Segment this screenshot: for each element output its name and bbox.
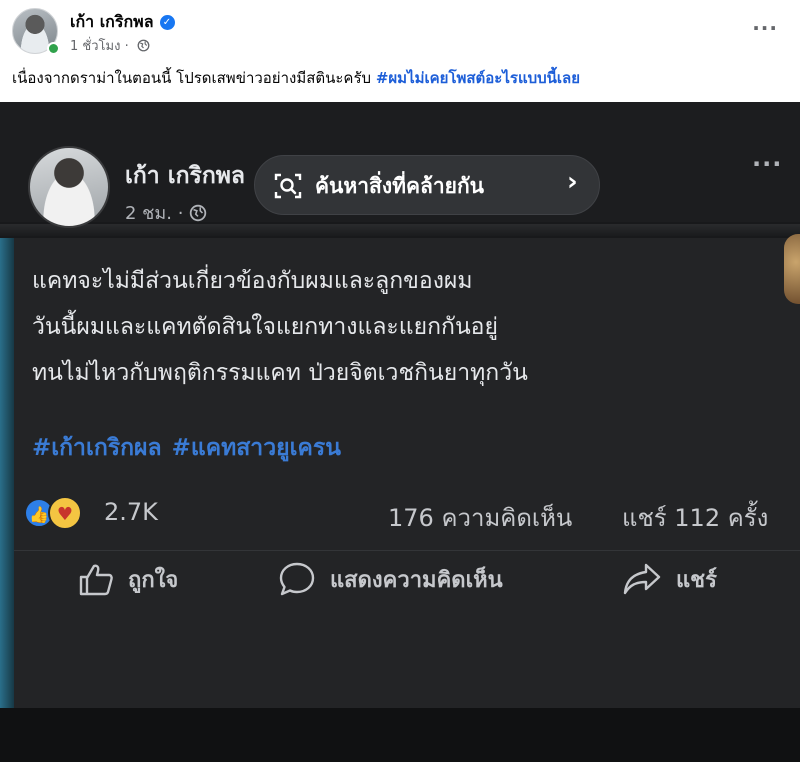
embedded-author-avatar	[28, 146, 110, 228]
more-options-icon[interactable]: ···	[752, 16, 778, 40]
post-caption: เนื่องจากดราม่าในตอนนี้ โปรดเสพข่าวอย่าง…	[12, 66, 580, 90]
embedded-post-meta: 2 ชม. ·	[125, 198, 207, 227]
embedded-hashtag: #แคทสาวยูเครน	[171, 435, 341, 461]
embedded-hashtag: #เก้าเกริกผล	[32, 435, 162, 461]
embedded-hashtags: #เก้าเกริกผล #แคทสาวยูเครน	[32, 430, 341, 466]
post-header: เก้า เกริกพล ✓ 1 ชั่วโมง · ···	[0, 0, 800, 62]
embedded-action-bar: ถูกใจ แสดงความคิดเห็น แชร์	[14, 550, 800, 606]
globe-icon	[137, 39, 150, 52]
post-time[interactable]: 1 ชั่วโมง	[70, 39, 120, 54]
share-label: แชร์	[676, 567, 717, 593]
share-count: แชร์ 112 ครั้ง	[622, 504, 769, 532]
like-label: ถูกใจ	[128, 567, 179, 593]
embedded-more-icon: ···	[752, 150, 783, 178]
visual-search-button[interactable]: ค้นหาสิ่งที่คล้ายกัน ›	[254, 155, 600, 215]
meta-separator: ·	[124, 39, 129, 54]
author-name[interactable]: เก้า เกริกพล	[70, 12, 154, 31]
embedded-meta-separator: ·	[177, 203, 184, 224]
body-line: ทนไม่ไหวกับพฤติกรรมแคท ป่วยจิตเวชกินยาทุ…	[32, 360, 528, 386]
reaction-count: 2.7K	[104, 498, 158, 526]
lens-icon	[274, 173, 302, 199]
care-reaction-icon: ♥	[48, 496, 82, 530]
online-status-icon	[47, 42, 60, 55]
embedded-post-time: 2 ชม.	[125, 203, 172, 224]
caption-text: เนื่องจากดราม่าในตอนนี้ โปรดเสพข่าวอย่าง…	[12, 69, 372, 87]
embedded-globe-icon	[189, 204, 207, 222]
embedded-post-body: แคทจะไม่มีส่วนเกี่ยวข้องกับผมและลูกของผม…	[32, 258, 528, 396]
post-meta: 1 ชั่วโมง ·	[70, 35, 150, 56]
photo-divider	[0, 224, 800, 236]
embedded-author-name: เก้า เกริกพล	[125, 163, 246, 189]
right-thumbnail	[784, 234, 800, 304]
photo-bottom-area	[0, 708, 800, 762]
author-name-row[interactable]: เก้า เกริกพล ✓	[70, 10, 175, 35]
like-icon	[79, 564, 113, 596]
chevron-right-icon: ›	[567, 167, 578, 197]
body-line: วันนี้ผมและแคทตัดสินใจแยกทางและแยกกันอยู…	[32, 314, 498, 340]
body-line: แคทจะไม่มีส่วนเกี่ยวข้องกับผมและลูกของผม	[32, 268, 473, 294]
comment-icon	[279, 562, 315, 596]
comment-count: 176 ความคิดเห็น	[388, 504, 573, 532]
photo-left-edge	[0, 238, 14, 758]
embedded-like-button: ถูกใจ	[78, 561, 178, 597]
reaction-icons: 👍 ♥	[24, 492, 82, 532]
caption-hashtag[interactable]: #ผมไม่เคยโพสต์อะไรแบบนี้เลย	[376, 69, 580, 87]
comment-label: แสดงความคิดเห็น	[330, 567, 503, 593]
embedded-share-button: แชร์	[622, 561, 717, 597]
embedded-comment-button: แสดงความคิดเห็น	[278, 561, 503, 597]
verified-icon: ✓	[159, 15, 175, 30]
share-icon	[623, 563, 661, 595]
visual-search-label: ค้นหาสิ่งที่คล้ายกัน	[315, 174, 485, 198]
